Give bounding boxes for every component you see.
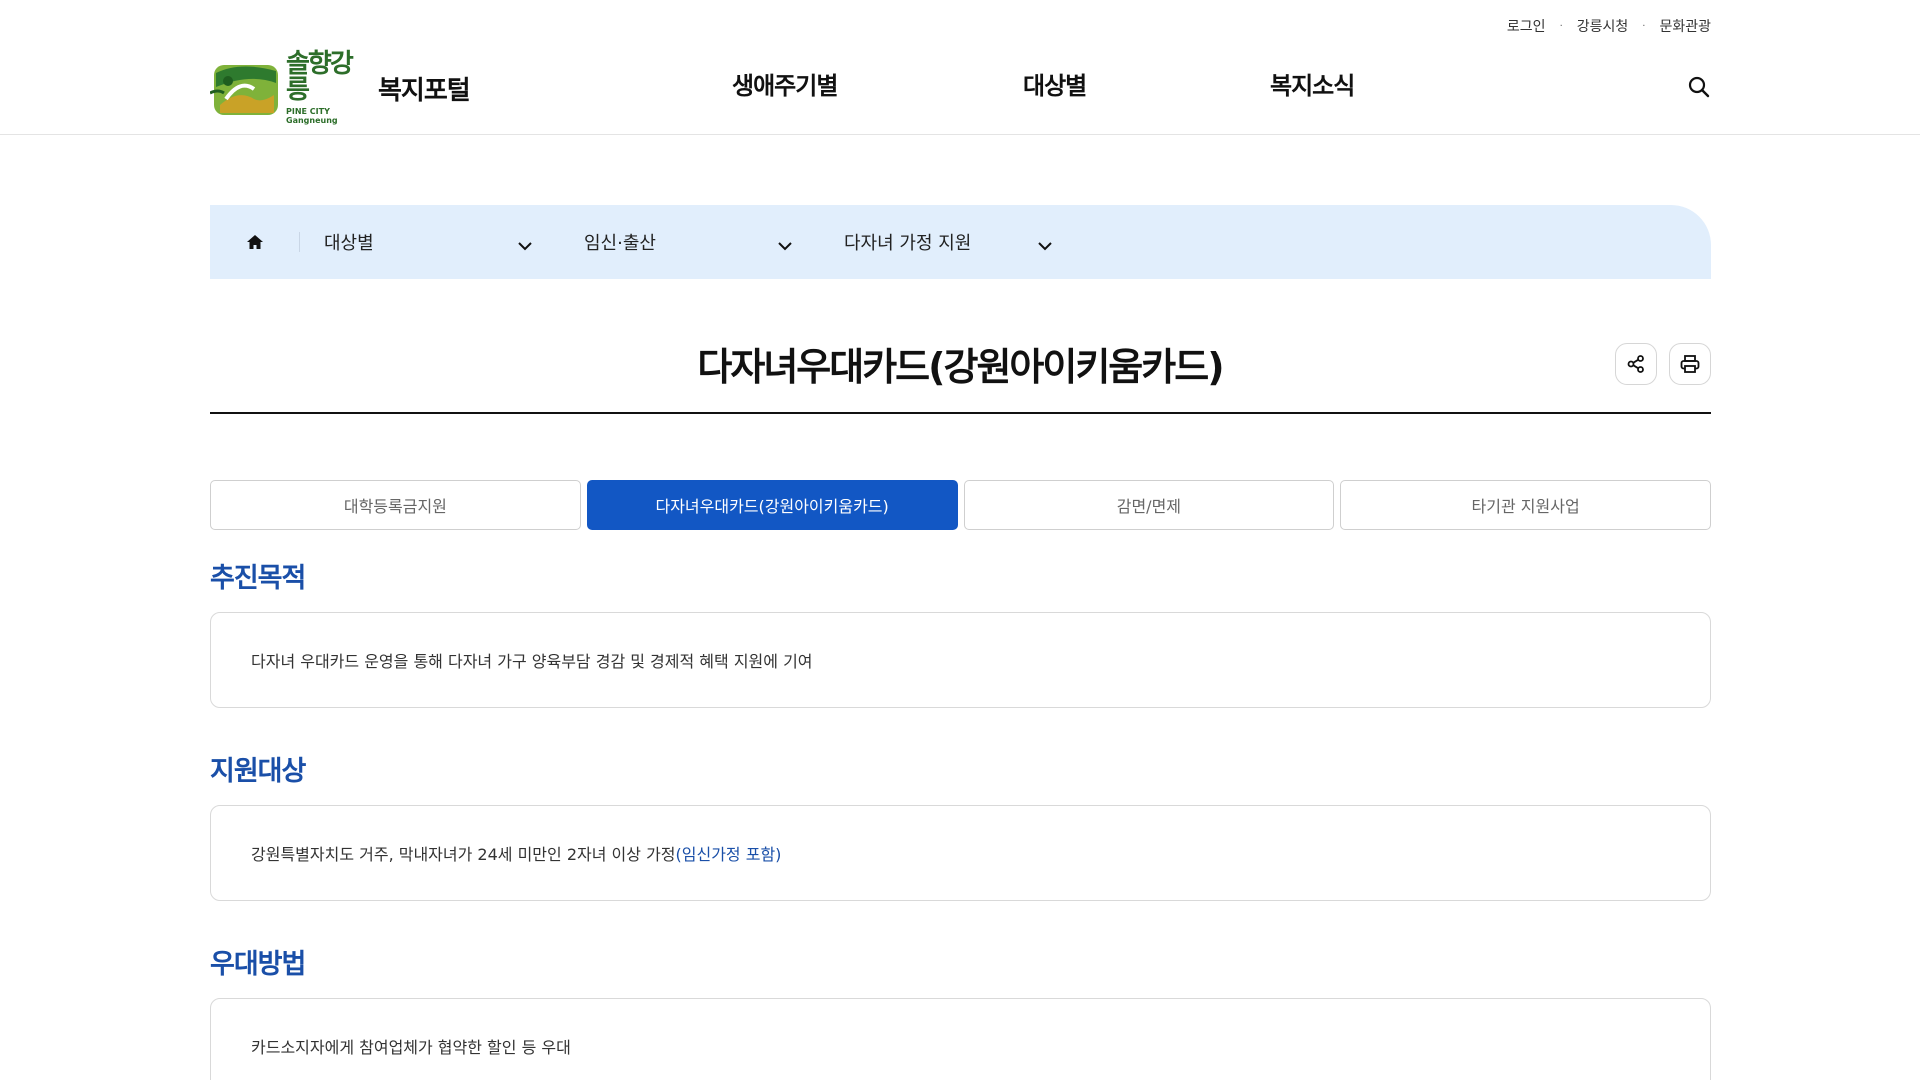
nav-lifecycle[interactable]: 생애주기별 xyxy=(732,66,838,101)
section-box-purpose: 다자녀 우대카드 운영을 통해 다자녀 가구 양육부담 경감 및 경제적 혜택 … xyxy=(210,612,1711,708)
section-highlight: (임신가정 포함) xyxy=(675,845,782,864)
tab-tuition-support[interactable]: 대학등록금지원 xyxy=(210,480,581,530)
tab-multi-child-card[interactable]: 다자녀우대카드(강원아이키움카드) xyxy=(586,480,958,530)
content-tabs: 대학등록금지원 다자녀우대카드(강원아이키움카드) 감면/면제 타기관 지원사업 xyxy=(210,480,1711,530)
section-title-benefit-method: 우대방법 xyxy=(210,949,306,980)
title-actions xyxy=(1615,343,1711,385)
breadcrumb-dropdown-category[interactable]: 대상별 xyxy=(300,205,560,279)
share-button[interactable] xyxy=(1615,343,1657,385)
chevron-down-icon xyxy=(778,235,792,256)
city-hall-link[interactable]: 강릉시청 xyxy=(1577,16,1629,36)
login-link[interactable]: 로그인 xyxy=(1507,16,1546,36)
section-box-benefit-method: 카드소지자에게 참여업체가 협약한 할인 등 우대 xyxy=(210,998,1711,1080)
main-navigation: 생애주기별 대상별 복지소식 xyxy=(0,66,1920,106)
nav-by-target[interactable]: 대상별 xyxy=(1023,66,1087,101)
print-button[interactable] xyxy=(1669,343,1711,385)
separator-dot: · xyxy=(1559,20,1563,32)
section-title-purpose: 추진목적 xyxy=(210,563,306,594)
logo-subtitle: PINE CITY Gangneung xyxy=(286,107,338,125)
nav-welfare-news[interactable]: 복지소식 xyxy=(1270,66,1355,101)
tab-other-agency-programs[interactable]: 타기관 지원사업 xyxy=(1340,480,1711,530)
share-icon xyxy=(1627,355,1644,373)
breadcrumb-label: 임신·출산 xyxy=(584,233,656,254)
breadcrumb-label: 다자녀 가정 지원 xyxy=(844,233,972,254)
breadcrumb: 대상별 임신·출산 다자녀 가정 지원 xyxy=(210,205,1711,279)
section-text: 강원특별자치도 거주, 막내자녀가 24세 미만인 2자녀 이상 가정 xyxy=(251,845,676,864)
home-icon[interactable] xyxy=(210,205,300,279)
print-icon xyxy=(1680,355,1700,373)
separator-dot: · xyxy=(1642,20,1646,32)
header: 로그인 · 강릉시청 · 문화관광 솔향강릉 PINE CITY Gangneu… xyxy=(0,0,1920,135)
section-title-eligibility: 지원대상 xyxy=(210,756,306,787)
chevron-down-icon xyxy=(518,235,532,256)
utility-links: 로그인 · 강릉시청 · 문화관광 xyxy=(1507,16,1711,36)
chevron-down-icon xyxy=(1038,235,1052,256)
culture-tourism-link[interactable]: 문화관광 xyxy=(1659,16,1711,36)
title-divider xyxy=(210,412,1711,414)
breadcrumb-dropdown-subcategory[interactable]: 임신·출산 xyxy=(560,205,820,279)
section-box-eligibility: 강원특별자치도 거주, 막내자녀가 24세 미만인 2자녀 이상 가정 (임신가정… xyxy=(210,805,1711,901)
tab-reduction-exemption[interactable]: 감면/면제 xyxy=(963,480,1335,530)
search-icon[interactable] xyxy=(1687,75,1711,99)
breadcrumb-label: 대상별 xyxy=(324,233,374,254)
section-text: 다자녀 우대카드 운영을 통해 다자녀 가구 양육부담 경감 및 경제적 혜택 … xyxy=(251,652,813,671)
section-text: 카드소지자에게 참여업체가 협약한 할인 등 우대 xyxy=(251,1038,571,1057)
breadcrumb-dropdown-page[interactable]: 다자녀 가정 지원 xyxy=(820,205,1080,279)
